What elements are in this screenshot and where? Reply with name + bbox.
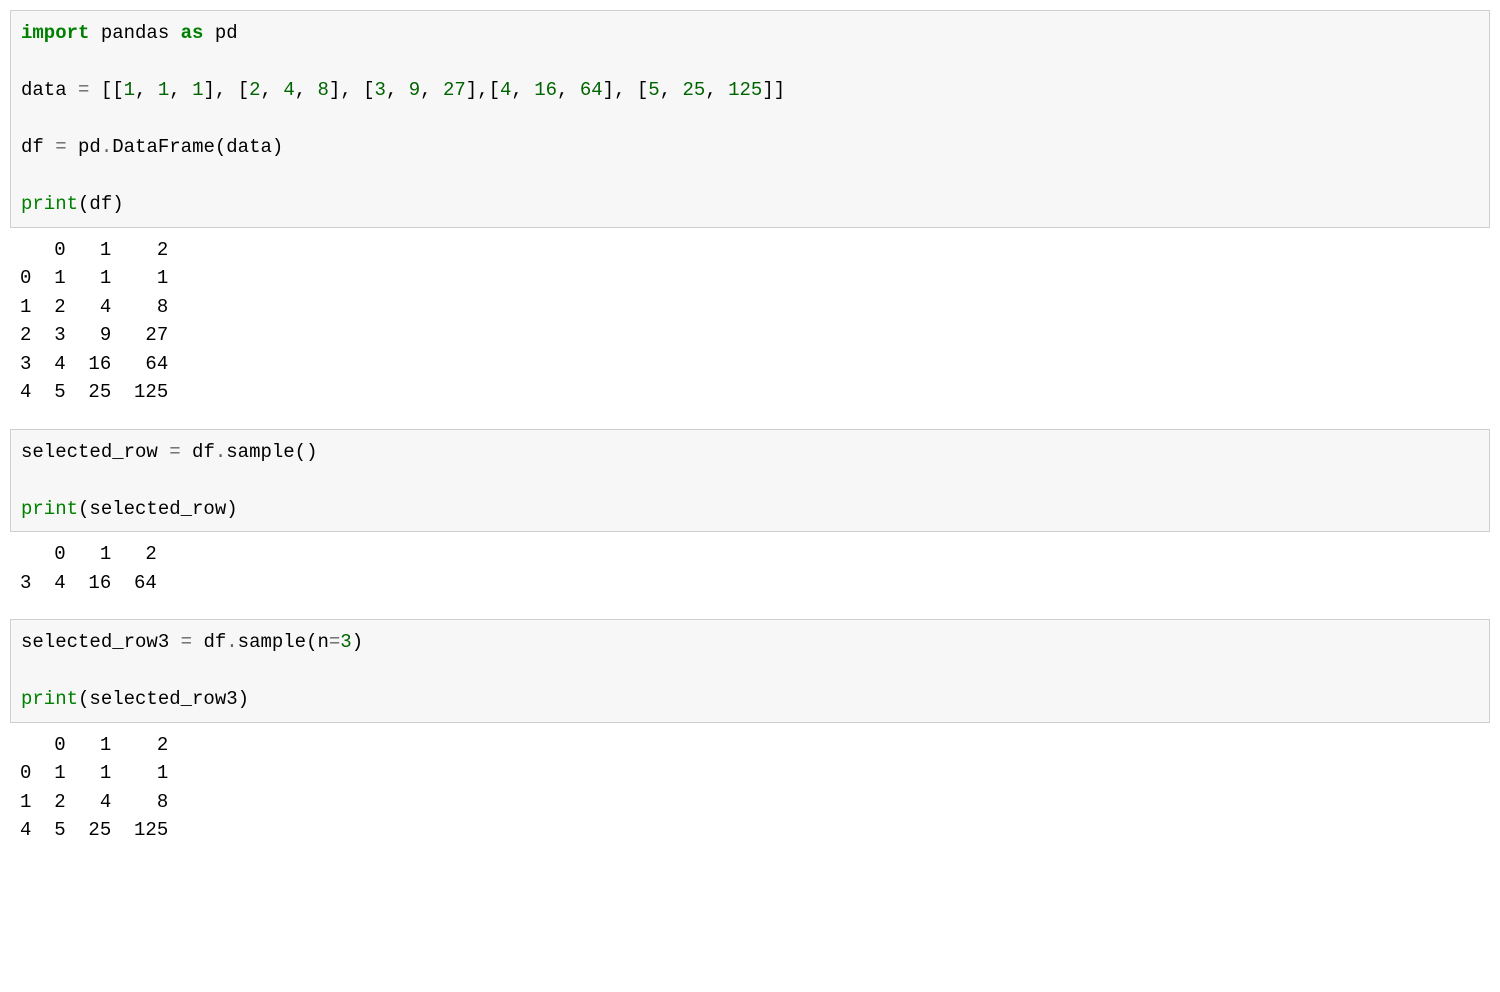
code-token: as bbox=[181, 22, 204, 44]
code-token: 64 bbox=[580, 79, 603, 101]
code-token: data bbox=[21, 79, 78, 101]
code-token: , bbox=[557, 79, 580, 101]
code-token: df bbox=[192, 631, 226, 653]
code-token: print bbox=[21, 688, 78, 710]
code-token: , bbox=[660, 79, 683, 101]
code-token: sample() bbox=[226, 441, 317, 463]
code-token: = bbox=[329, 631, 340, 653]
code-token: = bbox=[55, 136, 66, 158]
code-token: = bbox=[169, 441, 180, 463]
code-output-cell: 0 1 2 3 4 16 64 bbox=[10, 532, 1490, 605]
code-token: selected_row3 bbox=[21, 631, 181, 653]
code-token: 3 bbox=[340, 631, 351, 653]
code-token: 4 bbox=[283, 79, 294, 101]
code-token: , bbox=[261, 79, 284, 101]
code-token: (df) bbox=[78, 193, 124, 215]
code-token: , bbox=[295, 79, 318, 101]
code-token: . bbox=[215, 441, 226, 463]
code-token: . bbox=[226, 631, 237, 653]
code-token: ]] bbox=[762, 79, 785, 101]
code-token: 4 bbox=[500, 79, 511, 101]
code-token: print bbox=[21, 498, 78, 520]
code-token: 1 bbox=[192, 79, 203, 101]
code-token: 16 bbox=[534, 79, 557, 101]
code-token: 3 bbox=[375, 79, 386, 101]
code-token: ], [ bbox=[203, 79, 249, 101]
code-input-cell[interactable]: selected_row3 = df.sample(n=3) print(sel… bbox=[10, 619, 1490, 723]
notebook-container: import pandas as pd data = [[1, 1, 1], [… bbox=[10, 10, 1490, 853]
code-output-cell: 0 1 2 0 1 1 1 1 2 4 8 4 5 25 125 bbox=[10, 723, 1490, 853]
code-token: 125 bbox=[728, 79, 762, 101]
code-token: ], [ bbox=[329, 79, 375, 101]
code-token: 2 bbox=[249, 79, 260, 101]
code-token: DataFrame(data) bbox=[112, 136, 283, 158]
code-token: pd bbox=[67, 136, 101, 158]
code-token: ) bbox=[352, 631, 363, 653]
code-token: = bbox=[181, 631, 192, 653]
code-token: , bbox=[705, 79, 728, 101]
code-token: 25 bbox=[683, 79, 706, 101]
code-token: df bbox=[181, 441, 215, 463]
code-token: selected_row bbox=[21, 441, 169, 463]
code-token: 5 bbox=[648, 79, 659, 101]
code-input-cell[interactable]: import pandas as pd data = [[1, 1, 1], [… bbox=[10, 10, 1490, 228]
code-token: , bbox=[386, 79, 409, 101]
code-input-cell[interactable]: selected_row = df.sample() print(selecte… bbox=[10, 429, 1490, 533]
code-token: 1 bbox=[158, 79, 169, 101]
code-token: , bbox=[169, 79, 192, 101]
code-token: import bbox=[21, 22, 89, 44]
code-token: pandas bbox=[89, 22, 180, 44]
code-token: pd bbox=[203, 22, 237, 44]
code-token: , bbox=[135, 79, 158, 101]
code-token: (selected_row) bbox=[78, 498, 238, 520]
code-token: ],[ bbox=[466, 79, 500, 101]
code-token: df bbox=[21, 136, 55, 158]
code-output-cell: 0 1 2 0 1 1 1 1 2 4 8 2 3 9 27 3 4 16 64… bbox=[10, 228, 1490, 415]
code-token: ], [ bbox=[603, 79, 649, 101]
code-token: , bbox=[511, 79, 534, 101]
code-token: 27 bbox=[443, 79, 466, 101]
code-token: . bbox=[101, 136, 112, 158]
code-token: [[ bbox=[89, 79, 123, 101]
code-token: print bbox=[21, 193, 78, 215]
code-token: 8 bbox=[318, 79, 329, 101]
code-token: 1 bbox=[124, 79, 135, 101]
code-token: = bbox=[78, 79, 89, 101]
code-token: 9 bbox=[409, 79, 420, 101]
code-token: (selected_row3) bbox=[78, 688, 249, 710]
code-token: sample(n bbox=[238, 631, 329, 653]
code-token: , bbox=[420, 79, 443, 101]
